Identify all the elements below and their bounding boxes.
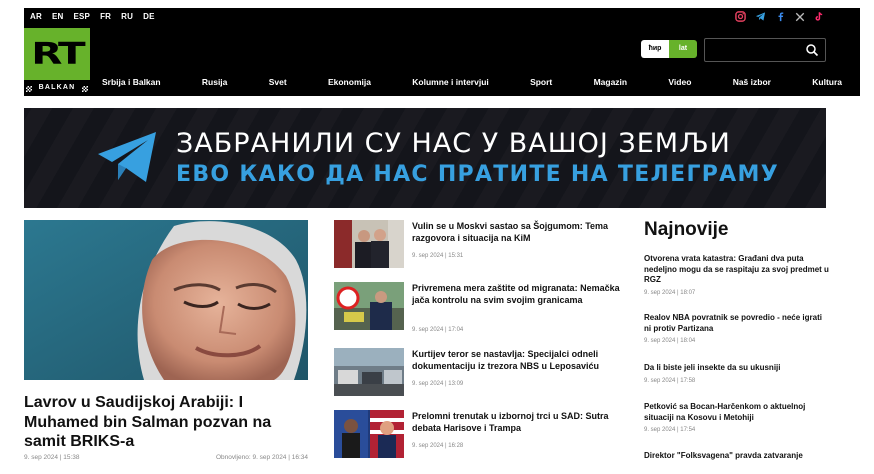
x-icon[interactable]: [795, 12, 805, 26]
nav-magazin[interactable]: Magazin: [594, 77, 628, 87]
telegram-banner[interactable]: ЗАБРАНИЛИ СУ НАС У ВАШОЈ ЗЕМЉИ ЕВО КАКО …: [24, 108, 826, 208]
latest-item[interactable]: Da li biste jeli insekte da su ukusniji …: [644, 363, 830, 384]
main-article-title[interactable]: Lavrov u Saudijskoj Arabiji: I Muhamed b…: [24, 393, 308, 452]
portrait-image: [24, 220, 308, 380]
facebook-icon[interactable]: [775, 11, 786, 26]
article-title[interactable]: Kurtijev teror se nastavlja: Specijalci …: [412, 348, 624, 372]
latest-item-date: 9. sep 2024 | 17:58: [644, 377, 696, 384]
nav-rusija[interactable]: Rusija: [202, 77, 228, 87]
logo-mark: RT: [24, 28, 90, 80]
lang-fr[interactable]: FR: [100, 12, 111, 21]
lang-en[interactable]: EN: [52, 12, 64, 21]
nav-ekonomija[interactable]: Ekonomija: [328, 77, 371, 87]
site-header: AR EN ESP FR RU DE RT BALKAN ћир lat Srb…: [24, 8, 860, 96]
latest-item-title[interactable]: Realov NBA povratnik se povredio - neće …: [644, 313, 830, 334]
search-icon[interactable]: [805, 43, 819, 57]
article-date: 9. sep 2024 | 17:04: [412, 327, 464, 333]
main-article-meta: 9. sep 2024 | 15:38 Obnovljeno: 9. sep 2…: [24, 454, 308, 461]
tiktok-icon[interactable]: [814, 11, 824, 26]
checker-pattern: [82, 86, 88, 92]
list-item[interactable]: Privremena mera zaštite od migranata: Ne…: [334, 282, 624, 334]
article-title[interactable]: Vulin se u Moskvi sastao sa Šojgumom: Te…: [412, 220, 624, 244]
latest-item[interactable]: Direktor "Folksvagena" pravda zatvaranje: [644, 451, 830, 462]
latest-item-date: 9. sep 2024 | 18:07: [644, 289, 696, 296]
article-thumbnail: [334, 220, 404, 268]
latest-item-title[interactable]: Da li biste jeli insekte da su ukusniji: [644, 363, 830, 374]
lang-de[interactable]: DE: [143, 12, 155, 21]
latest-item[interactable]: Otvorena vrata katastra: Građani dva put…: [644, 254, 830, 296]
nav-svet[interactable]: Svet: [269, 77, 287, 87]
script-toggle: ћир lat: [641, 40, 697, 58]
latest-item-title[interactable]: Petković sa Bocan-Harčenkom o aktuelnoj …: [644, 402, 830, 423]
lang-ru[interactable]: RU: [121, 12, 133, 21]
main-article-updated: Obnovljeno: 9. sep 2024 | 16:34: [215, 454, 308, 461]
nav-nas-izbor[interactable]: Naš izbor: [733, 77, 771, 87]
cyrillic-toggle[interactable]: ћир: [641, 40, 669, 58]
nav-srbija-i-balkan[interactable]: Srbija i Balkan: [102, 77, 161, 87]
main-nav: Srbija i Balkan Rusija Svet Ekonomija Ko…: [102, 77, 860, 87]
telegram-icon: [98, 132, 156, 182]
instagram-icon[interactable]: [735, 11, 746, 26]
nav-kultura[interactable]: Kultura: [812, 77, 842, 87]
article-thumbnail: [334, 410, 404, 458]
article-date: 9. sep 2024 | 13:09: [412, 381, 464, 387]
logo-text: RT: [31, 36, 85, 72]
rt-balkan-logo[interactable]: RT BALKAN: [24, 28, 90, 96]
article-thumbnail: [334, 282, 404, 330]
nav-kolumne-i-intervjui[interactable]: Kolumne i intervjui: [412, 77, 489, 87]
list-item[interactable]: Kurtijev teror se nastavlja: Specijalci …: [334, 348, 624, 400]
nav-sport[interactable]: Sport: [530, 77, 552, 87]
article-date: 9. sep 2024 | 15:31: [412, 253, 464, 259]
latest-item[interactable]: Realov NBA povratnik se povredio - neće …: [644, 313, 830, 344]
article-title[interactable]: Privremena mera zaštite od migranata: Ne…: [412, 282, 624, 306]
lang-esp[interactable]: ESP: [73, 12, 90, 21]
latest-item[interactable]: Petković sa Bocan-Harčenkom o aktuelnoj …: [644, 402, 830, 433]
list-item[interactable]: Vulin se u Moskvi sastao sa Šojgumom: Te…: [334, 220, 624, 272]
banner-subheadline: ЕВО КАКО ДА НАС ПРАТИТЕ НА ТЕЛЕГРАМУ: [176, 162, 779, 187]
lang-ar[interactable]: AR: [30, 12, 42, 21]
latest-item-title[interactable]: Otvorena vrata katastra: Građani dva put…: [644, 254, 830, 286]
latest-item-date: 9. sep 2024 | 17:54: [644, 427, 696, 433]
main-article-date: 9. sep 2024 | 15:38: [24, 454, 80, 461]
list-item[interactable]: Prelomni trenutak u izbornoj trci u SAD:…: [334, 410, 624, 462]
article-thumbnail: [334, 348, 404, 396]
latest-item-date: 9. sep 2024 | 18:04: [644, 338, 696, 344]
telegram-icon[interactable]: [755, 11, 766, 26]
main-article-image[interactable]: [24, 220, 308, 380]
nav-video[interactable]: Video: [668, 77, 691, 87]
social-links: [735, 11, 824, 26]
banner-headline: ЗАБРАНИЛИ СУ НАС У ВАШОЈ ЗЕМЉИ: [176, 128, 731, 159]
latin-toggle[interactable]: lat: [669, 40, 697, 58]
search-input[interactable]: [704, 38, 826, 62]
language-switcher: AR EN ESP FR RU DE: [30, 12, 155, 21]
article-title[interactable]: Prelomni trenutak u izbornoj trci u SAD:…: [412, 410, 624, 434]
logo-sub: BALKAN: [38, 84, 76, 91]
latest-heading: Najnovije: [644, 219, 729, 240]
latest-item-title[interactable]: Direktor "Folksvagena" pravda zatvaranje: [644, 451, 830, 462]
article-date: 9. sep 2024 | 16:28: [412, 443, 464, 449]
